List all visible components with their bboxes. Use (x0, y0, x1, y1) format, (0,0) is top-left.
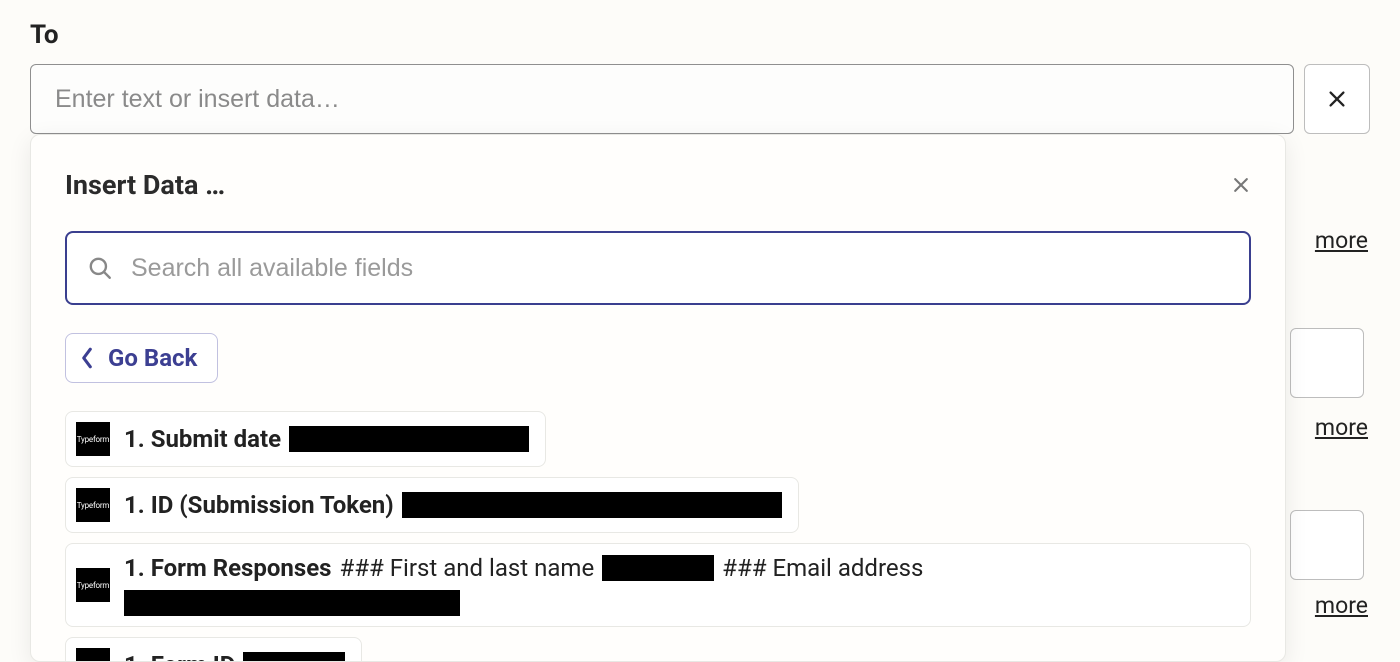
redacted-value (243, 652, 345, 662)
chevron-left-icon (80, 347, 94, 369)
go-back-button[interactable]: Go Back (65, 333, 218, 383)
typeform-icon: Typeform (76, 568, 110, 602)
close-icon (1231, 175, 1251, 195)
redacted-value (124, 590, 460, 616)
typeform-icon: Typeform (76, 422, 110, 456)
field-item[interactable]: Typeform 1. Form Responses### First and l… (65, 543, 1251, 627)
clear-button[interactable] (1304, 64, 1370, 134)
field-item[interactable]: Typeform 1. ID (Submission Token) (65, 477, 799, 533)
redacted-value (289, 426, 529, 452)
more-link[interactable]: more (1315, 227, 1368, 254)
popover-title: Insert Data … (65, 169, 225, 201)
search-input[interactable] (131, 254, 1229, 283)
to-input[interactable] (30, 64, 1294, 134)
background-input[interactable] (1290, 510, 1364, 580)
field-item[interactable]: Typeform 1. Submit date (65, 411, 546, 467)
more-link[interactable]: more (1315, 592, 1368, 619)
field-text: 1. Submit date (124, 425, 529, 453)
field-text: 1. Form Responses### First and last name… (124, 554, 1234, 616)
typeform-icon: Typeform (76, 648, 110, 662)
redacted-value (602, 555, 714, 581)
background-input[interactable] (1290, 328, 1364, 398)
close-icon (1326, 88, 1348, 110)
field-item[interactable]: Typeform 1. Form ID (65, 637, 362, 662)
search-icon (87, 255, 113, 281)
to-label: To (30, 20, 1370, 50)
redacted-value (402, 492, 782, 518)
typeform-icon: Typeform (76, 488, 110, 522)
go-back-label: Go Back (108, 344, 197, 372)
more-link[interactable]: more (1315, 414, 1368, 441)
field-text: 1. ID (Submission Token) (124, 491, 782, 519)
popover-close-button[interactable] (1231, 175, 1251, 195)
field-text: 1. Form ID (124, 651, 345, 662)
search-container[interactable] (65, 231, 1251, 305)
insert-data-popover: Insert Data … Go Back Typefo (30, 134, 1286, 662)
